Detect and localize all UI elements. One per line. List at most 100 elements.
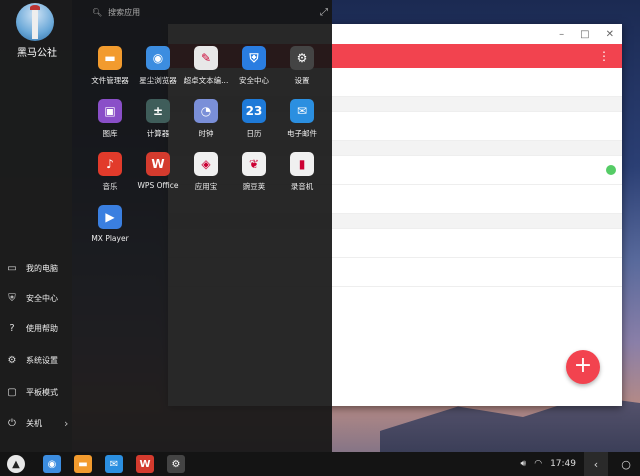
search-input[interactable]: 搜索应用 [108, 7, 140, 18]
app-item[interactable]: ▣ 图库 [86, 99, 134, 152]
mx-player-icon: ▶ [98, 205, 122, 229]
taskbar-app-button[interactable]: ▬ [71, 454, 95, 474]
app-label: 超卓文本编... [183, 76, 229, 85]
gallery-icon: ▣ [98, 99, 122, 123]
app-label: 星尘浏览器 [139, 76, 177, 85]
sidebar-item-label: 使用帮助 [26, 323, 58, 333]
app-label: 安全中心 [239, 76, 269, 85]
volume-icon[interactable]: 🔊︎ [521, 459, 527, 469]
app-label: 电子邮件 [287, 129, 317, 138]
sidebar-item[interactable]: ▢ 平板模式 [6, 386, 58, 398]
app-label: 图库 [102, 129, 118, 138]
clock-icon: ◔ [194, 99, 218, 123]
sidebar-item-label: 我的电脑 [26, 263, 58, 273]
app-item[interactable]: ▶ MX Player [86, 205, 134, 258]
sidebar-item-label: 关机 [26, 419, 42, 428]
folder-icon: ▭ [7, 262, 17, 274]
app-label: 录音机 [290, 182, 314, 191]
maximize-button[interactable]: □ [580, 29, 589, 40]
clock-time[interactable]: 17:49 [550, 459, 576, 469]
start-menu-sidebar: 黑马公社 ▭ 我的电脑 ⛨ 安全中心? 使用帮助 ⚙ 系统设置 ▢ 平板模式 ⏻ 关机 › [0, 0, 72, 452]
sidebar-item-label: 安全中心 [26, 293, 58, 303]
avatar[interactable] [16, 3, 54, 41]
app-label: 计算器 [146, 129, 170, 138]
calculator-icon: ± [146, 99, 170, 123]
search-icon: 🔍︎ [92, 7, 103, 17]
gear-icon: ⚙ [7, 354, 17, 366]
app-item[interactable]: ▬ 文件管理器 [86, 46, 134, 99]
expand-icon[interactable]: ⤢ [320, 7, 328, 18]
tablet-mode-icon: ▢ [7, 386, 17, 398]
search-bar[interactable]: 🔍︎ 搜索应用 ⤢ [92, 4, 328, 20]
wandoujia-icon: ❦ [242, 152, 266, 176]
security-shield-icon: ⛨ [242, 46, 266, 70]
back-button[interactable]: ‹ [584, 452, 608, 476]
close-button[interactable]: ✕ [606, 29, 614, 40]
browser-icon: ◉ [43, 455, 61, 473]
app-item[interactable]: ◉ 星尘浏览器 [134, 46, 182, 99]
wps-office-icon: W [136, 455, 154, 473]
app-grid: ▬ 文件管理器 ◉ 星尘浏览器 ✎ 超卓文本编... ⛨ 安全中心 ⚙ 设置 ▣ 图库 ± 计算器 ◔ 时钟 2… [86, 46, 326, 258]
home-button[interactable]: ○ [616, 458, 636, 471]
gear-icon: ⚙ [290, 46, 314, 70]
taskbar-app-button[interactable]: W [133, 454, 157, 474]
sidebar-item-label: 平板模式 [26, 387, 58, 397]
sidebar-item-label: 系统设置 [26, 355, 58, 365]
app-item[interactable]: ✉ 电子邮件 [278, 99, 326, 152]
email-icon: ✉ [105, 455, 123, 473]
taskbar: ▲ ◉ ▬ ✉ W ⚙ 🔊︎ ◠ 17:49 ‹ ○ [0, 452, 640, 476]
app-item[interactable]: ± 计算器 [134, 99, 182, 152]
app-item[interactable]: ▮ 录音机 [278, 152, 326, 205]
app-item[interactable]: ⛨ 安全中心 [230, 46, 278, 99]
app-item[interactable]: W WPS Office [134, 152, 182, 205]
app-label: 日历 [246, 129, 262, 138]
text-editor-icon: ✎ [194, 46, 218, 70]
taskbar-app-button[interactable]: ⚙ [164, 454, 188, 474]
app-store-icon: ◈ [194, 152, 218, 176]
start-button[interactable]: ▲ [4, 454, 28, 474]
app-label: 设置 [294, 76, 310, 85]
app-label: WPS Office [137, 181, 179, 190]
app-label: 时钟 [198, 129, 214, 138]
start-menu: 黑马公社 ▭ 我的电脑 ⛨ 安全中心? 使用帮助 ⚙ 系统设置 ▢ 平板模式 ⏻ 关机 › 🔍︎ 搜索… [0, 0, 332, 452]
sidebar-item[interactable]: ▭ 我的电脑 [6, 262, 58, 274]
add-fab-button[interactable]: + [566, 350, 600, 384]
wps-office-icon: W [146, 152, 170, 176]
recorder-icon: ▮ [290, 152, 314, 176]
help-icon: ? [9, 322, 15, 334]
sidebar-item[interactable]: ⚙ 系统设置 [6, 354, 58, 366]
taskbar-app-button[interactable]: ◉ [40, 454, 64, 474]
app-label: 音乐 [102, 182, 118, 191]
calendar-icon: 23 [242, 99, 266, 123]
app-item[interactable]: ❦ 豌豆荚 [230, 152, 278, 205]
taskbar-app-button[interactable]: ✉ [102, 454, 126, 474]
email-icon: ✉ [290, 99, 314, 123]
app-item[interactable]: ◔ 时钟 [182, 99, 230, 152]
browser-icon: ◉ [146, 46, 170, 70]
app-item[interactable]: ⚙ 设置 [278, 46, 326, 99]
app-item[interactable]: ♪ 音乐 [86, 152, 134, 205]
music-icon: ♪ [98, 152, 122, 176]
sidebar-item[interactable]: ? 使用帮助 [6, 322, 58, 334]
sidebar-item[interactable]: ⛨ 安全中心 [6, 292, 58, 304]
power-icon: ⏻ [8, 418, 16, 429]
chevron-right-icon[interactable]: › [64, 417, 68, 430]
lighthouse-image [30, 5, 40, 39]
minimize-button[interactable]: – [559, 29, 564, 40]
status-dot-icon [606, 165, 616, 175]
wifi-icon[interactable]: ◠ [534, 459, 542, 469]
app-label: 豌豆荚 [242, 182, 266, 191]
system-tray: 🔊︎ ◠ 17:49 ‹ ○ [521, 452, 640, 476]
app-label: 文件管理器 [91, 76, 129, 85]
app-item[interactable]: 23 日历 [230, 99, 278, 152]
app-item[interactable]: ✎ 超卓文本编... [182, 46, 230, 99]
gear-icon: ⚙ [167, 455, 185, 473]
username-label: 黑马公社 [17, 48, 57, 59]
shield-icon: ⛨ [8, 292, 16, 304]
app-item[interactable]: ◈ 应用宝 [182, 152, 230, 205]
app-label: MX Player [91, 234, 129, 243]
folder-icon: ▬ [74, 455, 92, 473]
overflow-menu-icon[interactable]: ⋮ [598, 49, 610, 63]
sidebar-item[interactable]: ⏻ 关机 › [6, 417, 68, 430]
start-logo-icon: ▲ [7, 455, 25, 473]
